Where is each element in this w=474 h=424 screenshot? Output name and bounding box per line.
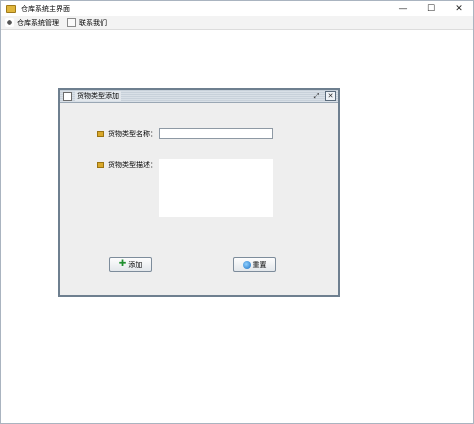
frame-close-button[interactable]: ✕ [325, 91, 336, 101]
main-window: 仓库系统主界面 — ☐ ✕ 仓库系统管理 联系我们 货物类型添加 ⤢ ✕ 货物类… [0, 0, 474, 424]
add-goods-type-frame: 货物类型添加 ⤢ ✕ 货物类型名称： 货物类型描述： ✚ 添加 重置 [58, 88, 340, 297]
app-folder-icon [6, 4, 16, 13]
document-icon [67, 18, 76, 27]
goods-type-description-label: 货物类型描述： [97, 160, 157, 170]
frame-controls: ⤢ ✕ [308, 91, 336, 101]
menu-contact-us[interactable]: 联系我们 [67, 18, 107, 28]
frame-content: 货物类型名称： 货物类型描述： ✚ 添加 重置 [60, 104, 338, 295]
goods-type-description-textarea[interactable] [159, 159, 273, 217]
goods-type-description-label-text: 货物类型描述： [108, 161, 157, 169]
shield-icon [242, 260, 251, 269]
plus-icon: ✚ [118, 259, 127, 269]
folder-icon [97, 162, 104, 168]
add-button[interactable]: ✚ 添加 [109, 257, 152, 272]
menu-bar: 仓库系统管理 联系我们 [1, 16, 473, 30]
menu-warehouse-management[interactable]: 仓库系统管理 [5, 18, 59, 28]
goods-type-name-input[interactable] [159, 128, 273, 139]
menu-contact-us-label: 联系我们 [79, 18, 107, 27]
maximize-button[interactable]: ☐ [417, 1, 445, 16]
folder-icon [97, 131, 104, 137]
menu-warehouse-management-label: 仓库系统管理 [17, 18, 59, 27]
window-controls: — ☐ ✕ [389, 1, 473, 16]
reset-button[interactable]: 重置 [233, 257, 276, 272]
add-button-label: 添加 [128, 260, 143, 269]
frame-titlebar[interactable]: 货物类型添加 ⤢ ✕ [60, 90, 338, 103]
minimize-button[interactable]: — [389, 1, 417, 16]
goods-type-name-label-text: 货物类型名称： [108, 130, 157, 138]
frame-title: 货物类型添加 [75, 91, 121, 101]
reset-button-label: 重置 [252, 260, 267, 269]
window-title: 仓库系统主界面 [21, 4, 70, 13]
frame-window-icon [63, 91, 72, 101]
tools-icon [5, 18, 14, 27]
close-button[interactable]: ✕ [445, 1, 473, 16]
frame-restore-button[interactable]: ⤢ [311, 91, 322, 101]
window-titlebar[interactable]: 仓库系统主界面 — ☐ ✕ [1, 1, 473, 16]
goods-type-name-label: 货物类型名称： [97, 129, 157, 139]
